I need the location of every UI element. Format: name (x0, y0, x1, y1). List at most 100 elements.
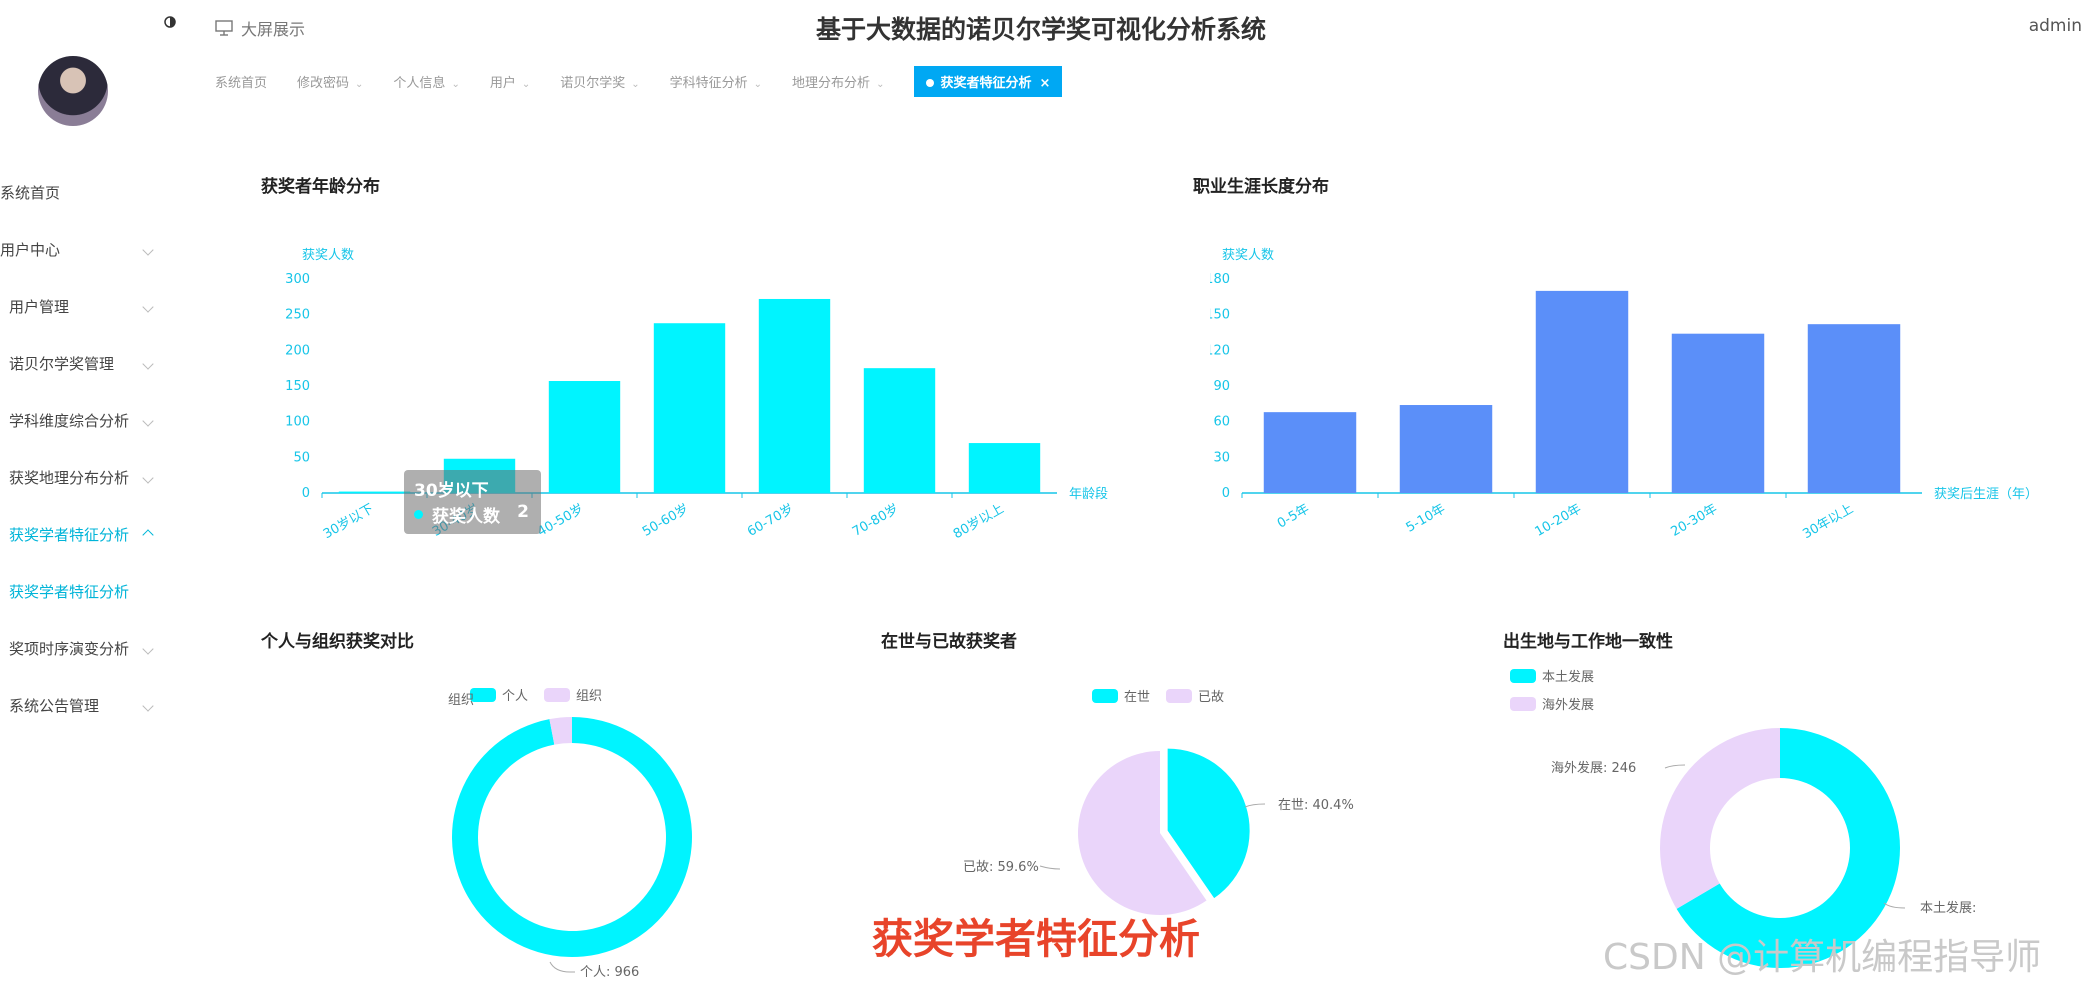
sidebar-item-user-center[interactable]: 用户中心 (0, 239, 160, 260)
y-axis-label: 获奖人数 (1222, 248, 1274, 263)
tab-bar: 系统首页 修改密码 ⌄ 个人信息 ⌄ 用户 ⌄ 诺贝尔学奖 ⌄ 学科特征分析 ⌄ 地理分布… (215, 65, 1063, 97)
bar (1399, 405, 1493, 493)
label-leader-line (1664, 764, 1686, 769)
legend-item: 个人 (502, 689, 528, 704)
sidebar-item-nobel-mgmt[interactable]: 诺贝尔学奖管理 (9, 353, 160, 374)
sidebar-item-notice-mgmt[interactable]: 系统公告管理 (9, 695, 160, 716)
x-tick-label: 60-70岁 (745, 501, 796, 539)
y-tick-label: 0 (1222, 486, 1230, 501)
label-leader-line (1039, 865, 1061, 870)
watermark-title: 获奖学者特征分析 (872, 915, 1200, 963)
tooltip-title: 30岁以下 (414, 481, 489, 501)
chevron-down-icon (142, 642, 154, 655)
slice-label: 海外发展: 246 (1551, 760, 1636, 776)
chevron-down-icon (142, 300, 154, 313)
chevron-down-icon: ⌄ (521, 78, 531, 90)
sidebar-item-laureate-features[interactable]: 获奖学者特征分析 (9, 524, 160, 545)
watermark-csdn: CSDN @计算机编程指导师 (1603, 937, 2042, 978)
slice-label: 组织 (448, 693, 474, 708)
chevron-down-icon: ⌄ (876, 78, 885, 90)
tooltip-dot-icon (414, 510, 423, 519)
career-length-chart: 获奖人数 0 30 60 90 120 150 180 0-5年 5-10年 10-20年 20-30… (1210, 248, 2038, 542)
y-tick-label: 200 (285, 343, 310, 358)
legend-item-swatch (544, 688, 570, 702)
x-tick-label: 30年以上 (1800, 501, 1856, 542)
x-tick-label: 50-60岁 (640, 501, 691, 539)
tab-nobel[interactable]: 诺贝尔学奖 ⌄ (560, 72, 639, 91)
user-name[interactable]: admin (2029, 16, 2082, 36)
label-leader-line (1883, 902, 1906, 909)
legend-item-swatch (1510, 669, 1536, 683)
legend-item: 在世 (1124, 690, 1150, 705)
label-leader-line (1244, 803, 1266, 808)
sidebar-item-geo-analysis[interactable]: 获奖地理分布分析 (9, 467, 160, 488)
y-tick-label: 250 (285, 308, 310, 323)
bar (1807, 324, 1901, 493)
y-tick-label: 90 (1213, 379, 1230, 394)
slice-label: 本土发展: 489 (1920, 900, 1980, 916)
tab-home[interactable]: 系统首页 (215, 72, 267, 91)
chart-title-career: 职业生涯长度分布 (1193, 177, 1329, 197)
chart-tooltip: 30岁以下 获奖人数 2 (404, 470, 541, 534)
x-tick-label: 80岁以上 (951, 501, 1007, 542)
bar (968, 443, 1041, 493)
y-tick-label: 30 (1213, 450, 1230, 465)
tab-discipline[interactable]: 学科特征分析 ⌄ (670, 72, 762, 91)
legend-item: 已故 (1198, 690, 1224, 705)
x-tick-label: 20-30年 (1669, 501, 1720, 539)
x-axis-label: 年龄段 (1069, 487, 1108, 502)
x-axis-label: 获奖后生涯（年） (1934, 487, 2038, 502)
chart-title-individual-org: 个人与组织获奖对比 (261, 632, 414, 652)
active-dot-icon (926, 78, 935, 87)
avatar[interactable] (38, 56, 108, 126)
chart-title-birthplace: 出生地与工作地一致性 (1503, 632, 1673, 652)
slice-label: 个人: 966 (580, 965, 639, 980)
sidebar-item-timeline-analysis[interactable]: 奖项时序演变分析 (9, 638, 160, 659)
legend-item-swatch (1510, 697, 1536, 711)
x-tick-label: 40-50岁 (535, 501, 586, 539)
y-tick-label: 100 (285, 415, 310, 430)
legend-item-swatch (1092, 689, 1118, 703)
y-tick-label: 60 (1213, 415, 1230, 430)
chevron-down-icon (142, 699, 154, 712)
tab-password[interactable]: 修改密码 ⌄ (297, 72, 363, 91)
chevron-down-icon (142, 471, 154, 484)
app-title: 基于大数据的诺贝尔学奖可视化分析系统 (815, 15, 1266, 44)
y-axis-label: 获奖人数 (302, 248, 354, 263)
x-tick-label: 5-10年 (1404, 501, 1448, 535)
bar (1671, 333, 1765, 493)
sidebar-item-user-mgmt[interactable]: 用户管理 (9, 296, 160, 317)
tooltip-value: 2 (517, 502, 529, 522)
tab-users[interactable]: 用户 ⌄ (490, 72, 530, 91)
bar (1535, 290, 1629, 493)
sidebar-subitem-laureate-features[interactable]: 获奖学者特征分析 (9, 581, 160, 602)
x-tick-label: 0-5年 (1275, 501, 1312, 531)
chevron-down-icon: ⌄ (451, 78, 460, 90)
close-icon[interactable]: × (1039, 76, 1050, 91)
chevron-down-icon: ⌄ (753, 78, 763, 90)
bar (338, 491, 411, 493)
x-tick-label: 70-80岁 (850, 501, 901, 539)
tab-geo[interactable]: 地理分布分析 ⌄ (792, 72, 884, 91)
slice-label: 在世: 40.4% (1278, 798, 1354, 813)
bar (1263, 412, 1357, 493)
bar (548, 381, 621, 493)
sidebar-item-home[interactable]: 系统首页 (0, 182, 160, 203)
legend-item: 海外发展 (1542, 697, 1594, 713)
chart-title-alive-deceased: 在世与已故获奖者 (881, 632, 1017, 652)
legend-item-swatch (1166, 689, 1192, 703)
sidebar-item-discipline-analysis[interactable]: 学科维度综合分析 (9, 410, 160, 431)
label-leader-line (549, 961, 575, 973)
bar (758, 298, 831, 493)
tab-laureate-features[interactable]: 获奖者特征分析 × (914, 65, 1063, 97)
chevron-down-icon (142, 414, 154, 427)
tab-profile[interactable]: 个人信息 ⌄ (393, 72, 459, 91)
y-tick-label: 120 (1210, 343, 1230, 358)
legend-item: 组织 (576, 689, 602, 704)
chevron-down-icon: ⌄ (631, 78, 640, 90)
chart-title-age: 获奖者年龄分布 (261, 177, 380, 197)
x-tick-label: 10-20年 (1533, 501, 1584, 539)
y-tick-label: 50 (293, 450, 310, 465)
chevron-down-icon (142, 357, 154, 370)
legend-item: 本土发展 (1542, 669, 1594, 685)
